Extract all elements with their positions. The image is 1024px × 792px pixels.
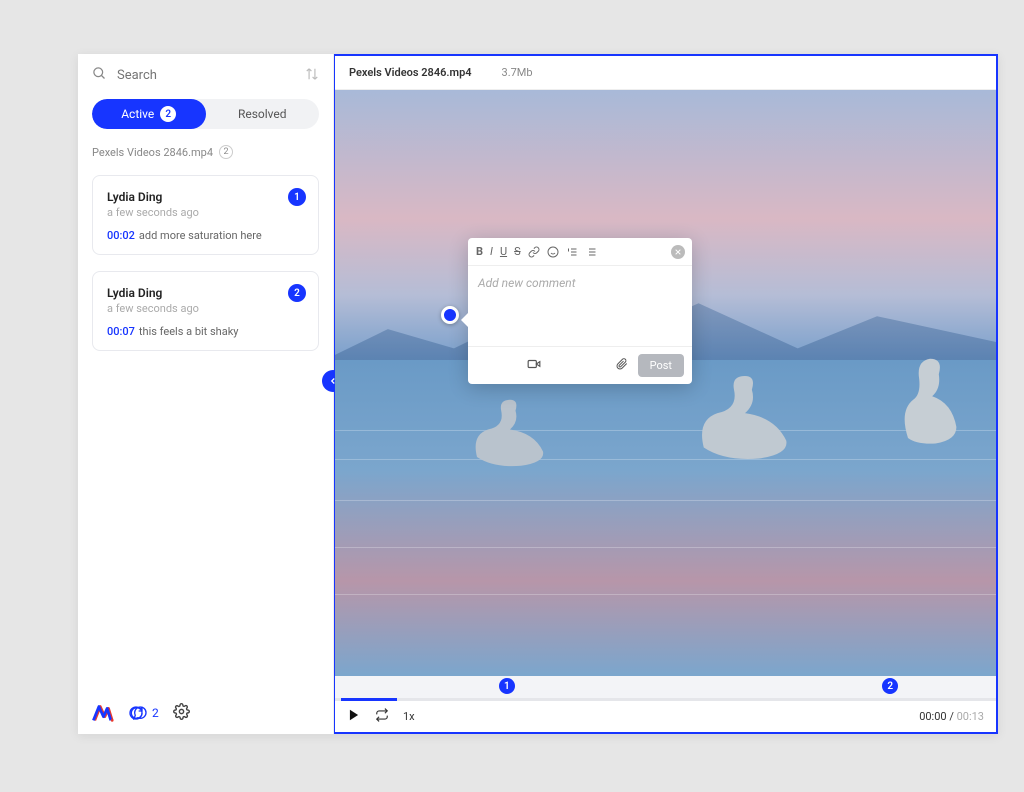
timeline-marker[interactable]: 2 xyxy=(882,678,898,694)
tab-resolved-label: Resolved xyxy=(238,107,287,121)
comment-card[interactable]: Lydia Ding a few seconds ago 00:07 this f… xyxy=(92,271,319,351)
comment-number-badge: 2 xyxy=(288,284,306,302)
tab-active[interactable]: Active 2 xyxy=(92,99,206,129)
unordered-list-button[interactable] xyxy=(585,246,597,258)
file-group-header[interactable]: Pexels Videos 2846.mp4 2 xyxy=(78,139,333,167)
comment-time: a few seconds ago xyxy=(107,302,304,315)
chat-button[interactable]: 2 xyxy=(128,705,159,721)
progress-fill xyxy=(341,698,397,701)
brand-logo[interactable] xyxy=(92,702,114,724)
search-input[interactable] xyxy=(117,68,295,83)
comment-text: this feels a bit shaky xyxy=(139,325,239,338)
search-icon xyxy=(92,66,107,85)
file-name: Pexels Videos 2846.mp4 xyxy=(349,66,472,79)
post-button[interactable]: Post xyxy=(638,354,684,377)
tab-active-count: 2 xyxy=(160,106,176,122)
video-viewer[interactable]: B I U S Add new comment Post xyxy=(335,90,996,676)
search-row xyxy=(78,54,333,97)
comment-popover: B I U S Add new comment Post xyxy=(468,238,692,384)
time-current: 00:00 xyxy=(919,710,946,723)
main-panel: Pexels Videos 2846.mp4 3.7Mb B I U S xyxy=(334,54,998,734)
sidebar: Active 2 Resolved Pexels Videos 2846.mp4… xyxy=(78,54,334,734)
comment-body: 00:07 this feels a bit shaky xyxy=(107,325,304,338)
tab-active-label: Active xyxy=(121,107,154,121)
file-size: 3.7Mb xyxy=(502,66,533,79)
comment-text: add more saturation here xyxy=(139,229,262,242)
bold-button[interactable]: B xyxy=(476,245,483,258)
comment-time: a few seconds ago xyxy=(107,206,304,219)
ordered-list-button[interactable] xyxy=(566,246,578,258)
progress-track[interactable] xyxy=(335,698,996,701)
tab-resolved[interactable]: Resolved xyxy=(206,99,320,129)
attachment-icon[interactable] xyxy=(616,356,628,375)
close-popover-button[interactable] xyxy=(671,245,685,259)
top-bar: Pexels Videos 2846.mp4 3.7Mb xyxy=(335,56,996,90)
filter-tabs: Active 2 Resolved xyxy=(92,99,319,129)
loop-button[interactable] xyxy=(375,708,389,725)
comment-body: 00:02 add more saturation here xyxy=(107,229,304,242)
comment-author: Lydia Ding xyxy=(107,286,304,300)
comment-textarea[interactable]: Add new comment xyxy=(468,266,692,346)
settings-button[interactable] xyxy=(173,703,190,724)
emoji-button[interactable] xyxy=(547,246,559,258)
timeline-marker-bar[interactable]: 1 2 xyxy=(335,676,996,698)
comment-card[interactable]: Lydia Ding a few seconds ago 00:02 add mo… xyxy=(92,175,319,255)
annotation-marker[interactable] xyxy=(441,306,459,324)
comment-timestamp[interactable]: 00:07 xyxy=(107,325,135,338)
time-display: 00:00 / 00:13 xyxy=(919,710,984,723)
sort-icon[interactable] xyxy=(305,66,319,85)
chat-count: 2 xyxy=(152,706,159,720)
player-controls: 1x 00:00 / 00:13 xyxy=(335,701,996,732)
file-name: Pexels Videos 2846.mp4 xyxy=(92,146,213,159)
speed-button[interactable]: 1x xyxy=(403,710,415,723)
comment-number-badge: 1 xyxy=(288,188,306,206)
file-comment-count: 2 xyxy=(219,145,233,159)
timeline-marker[interactable]: 1 xyxy=(499,678,515,694)
comment-author: Lydia Ding xyxy=(107,190,304,204)
app-window: Active 2 Resolved Pexels Videos 2846.mp4… xyxy=(78,54,998,734)
italic-button[interactable]: I xyxy=(490,245,493,258)
camera-icon[interactable] xyxy=(526,356,542,375)
sidebar-footer: 2 xyxy=(78,692,333,734)
play-button[interactable] xyxy=(347,708,361,725)
link-button[interactable] xyxy=(528,246,540,258)
underline-button[interactable]: U xyxy=(500,245,507,258)
time-total: 00:13 xyxy=(957,710,984,723)
popover-footer: Post xyxy=(468,346,692,384)
comment-timestamp[interactable]: 00:02 xyxy=(107,229,135,242)
editor-toolbar: B I U S xyxy=(468,238,692,266)
strike-button[interactable]: S xyxy=(514,245,521,258)
